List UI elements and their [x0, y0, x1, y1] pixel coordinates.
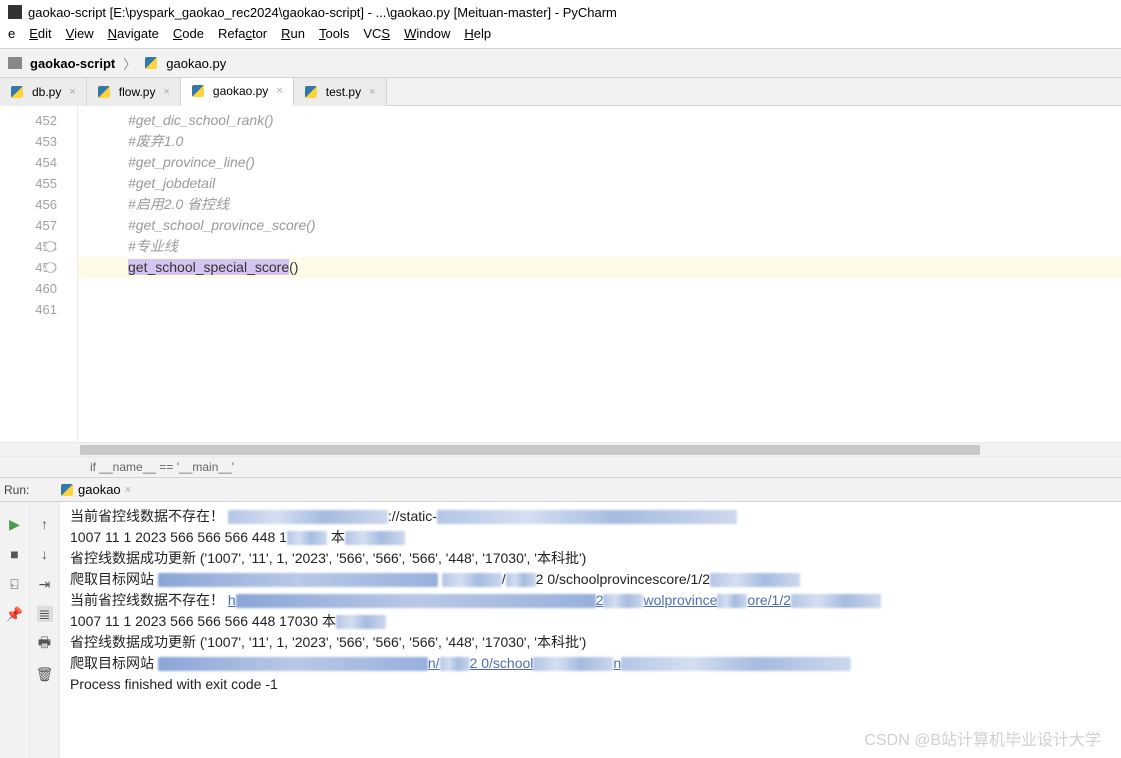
- scrollbar-thumb[interactable]: [80, 445, 980, 455]
- menu-help[interactable]: Help: [464, 26, 491, 46]
- code-text-area[interactable]: #get_dic_school_rank()#废弃1.0#get_provinc…: [78, 106, 1121, 442]
- pin-icon[interactable]: 📌: [7, 606, 23, 622]
- stop-icon[interactable]: ■: [7, 546, 23, 562]
- run-tool-panel: ▶ ■ ⍇ 📌 ↑ ↓ ⇥ ≣ 🖶 🗑 当前省控线数据不存在！ ://stati…: [0, 502, 1121, 758]
- python-file-icon: [60, 483, 74, 497]
- python-file-icon: [144, 56, 158, 70]
- run-toolbar-left: ▶ ■ ⍇ 📌: [0, 502, 30, 758]
- main-menu-bar: e Edit View Navigate Code Refactor Run Tools VCS…: [0, 24, 1121, 48]
- print-icon[interactable]: 🖶: [37, 636, 53, 652]
- menu-vcs[interactable]: VCS: [363, 26, 390, 46]
- down-arrow-icon[interactable]: ↓: [37, 546, 53, 562]
- chevron-right-icon: 〉: [123, 54, 136, 73]
- tab-flow-py[interactable]: flow.py×: [87, 78, 181, 106]
- trash-icon[interactable]: 🗑: [37, 666, 53, 682]
- folder-icon: [8, 57, 22, 69]
- menu-window[interactable]: Window: [404, 26, 450, 46]
- close-icon[interactable]: ×: [125, 484, 131, 496]
- close-icon[interactable]: ×: [276, 85, 282, 97]
- run-label: Run:: [4, 483, 29, 497]
- code-editor: 452453454455456457458459460461 #get_dic_…: [0, 106, 1121, 442]
- navigation-breadcrumb: gaokao-script 〉 gaokao.py: [0, 48, 1121, 78]
- run-toolbar-mid: ↑ ↓ ⇥ ≣ 🖶 🗑: [30, 502, 60, 758]
- nav-project[interactable]: gaokao-script: [30, 56, 115, 71]
- menu-run[interactable]: Run: [281, 26, 305, 46]
- nav-file[interactable]: gaokao.py: [166, 56, 226, 71]
- scroll-to-end-icon[interactable]: ≣: [37, 606, 53, 622]
- line-number-gutter: 452453454455456457458459460461: [0, 106, 78, 442]
- editor-tabs: db.py×flow.py×gaokao.py×test.py×: [0, 78, 1121, 106]
- wrap-icon[interactable]: ⇥: [37, 576, 53, 592]
- tab-test-py[interactable]: test.py×: [294, 78, 387, 106]
- run-tab-label: gaokao: [78, 482, 121, 497]
- python-file-icon: [304, 85, 318, 99]
- console-output[interactable]: 当前省控线数据不存在！ ://static-1007 11 1 2023 566…: [60, 502, 1121, 758]
- menu-edit[interactable]: Edit: [29, 26, 51, 46]
- menu-code[interactable]: Code: [173, 26, 204, 46]
- app-icon: [8, 5, 22, 19]
- menu-tools[interactable]: Tools: [319, 26, 349, 46]
- window-title-bar: gaokao-script [E:\pyspark_gaokao_rec2024…: [0, 0, 1121, 24]
- close-icon[interactable]: ×: [69, 86, 75, 98]
- python-file-icon: [97, 85, 111, 99]
- menu-file[interactable]: e: [8, 26, 15, 46]
- menu-refactor[interactable]: Refactor: [218, 26, 267, 46]
- close-icon[interactable]: ×: [163, 86, 169, 98]
- exit-icon[interactable]: ⍇: [7, 576, 23, 592]
- run-tab[interactable]: gaokao ×: [60, 482, 131, 497]
- breadcrumb-text: if __name__ == '__main__': [90, 460, 234, 474]
- horizontal-scrollbar[interactable]: [0, 442, 1121, 456]
- tab-db-py[interactable]: db.py×: [0, 78, 87, 106]
- close-icon[interactable]: ×: [369, 86, 375, 98]
- play-icon[interactable]: ▶: [7, 516, 23, 532]
- menu-view[interactable]: View: [66, 26, 94, 46]
- structure-breadcrumb[interactable]: if __name__ == '__main__': [0, 456, 1121, 478]
- window-title: gaokao-script [E:\pyspark_gaokao_rec2024…: [28, 5, 617, 20]
- run-tool-header: Run: gaokao ×: [0, 478, 1121, 502]
- menu-navigate[interactable]: Navigate: [108, 26, 159, 46]
- tab-gaokao-py[interactable]: gaokao.py×: [181, 78, 294, 106]
- python-file-icon: [10, 85, 24, 99]
- up-arrow-icon[interactable]: ↑: [37, 516, 53, 532]
- python-file-icon: [191, 84, 205, 98]
